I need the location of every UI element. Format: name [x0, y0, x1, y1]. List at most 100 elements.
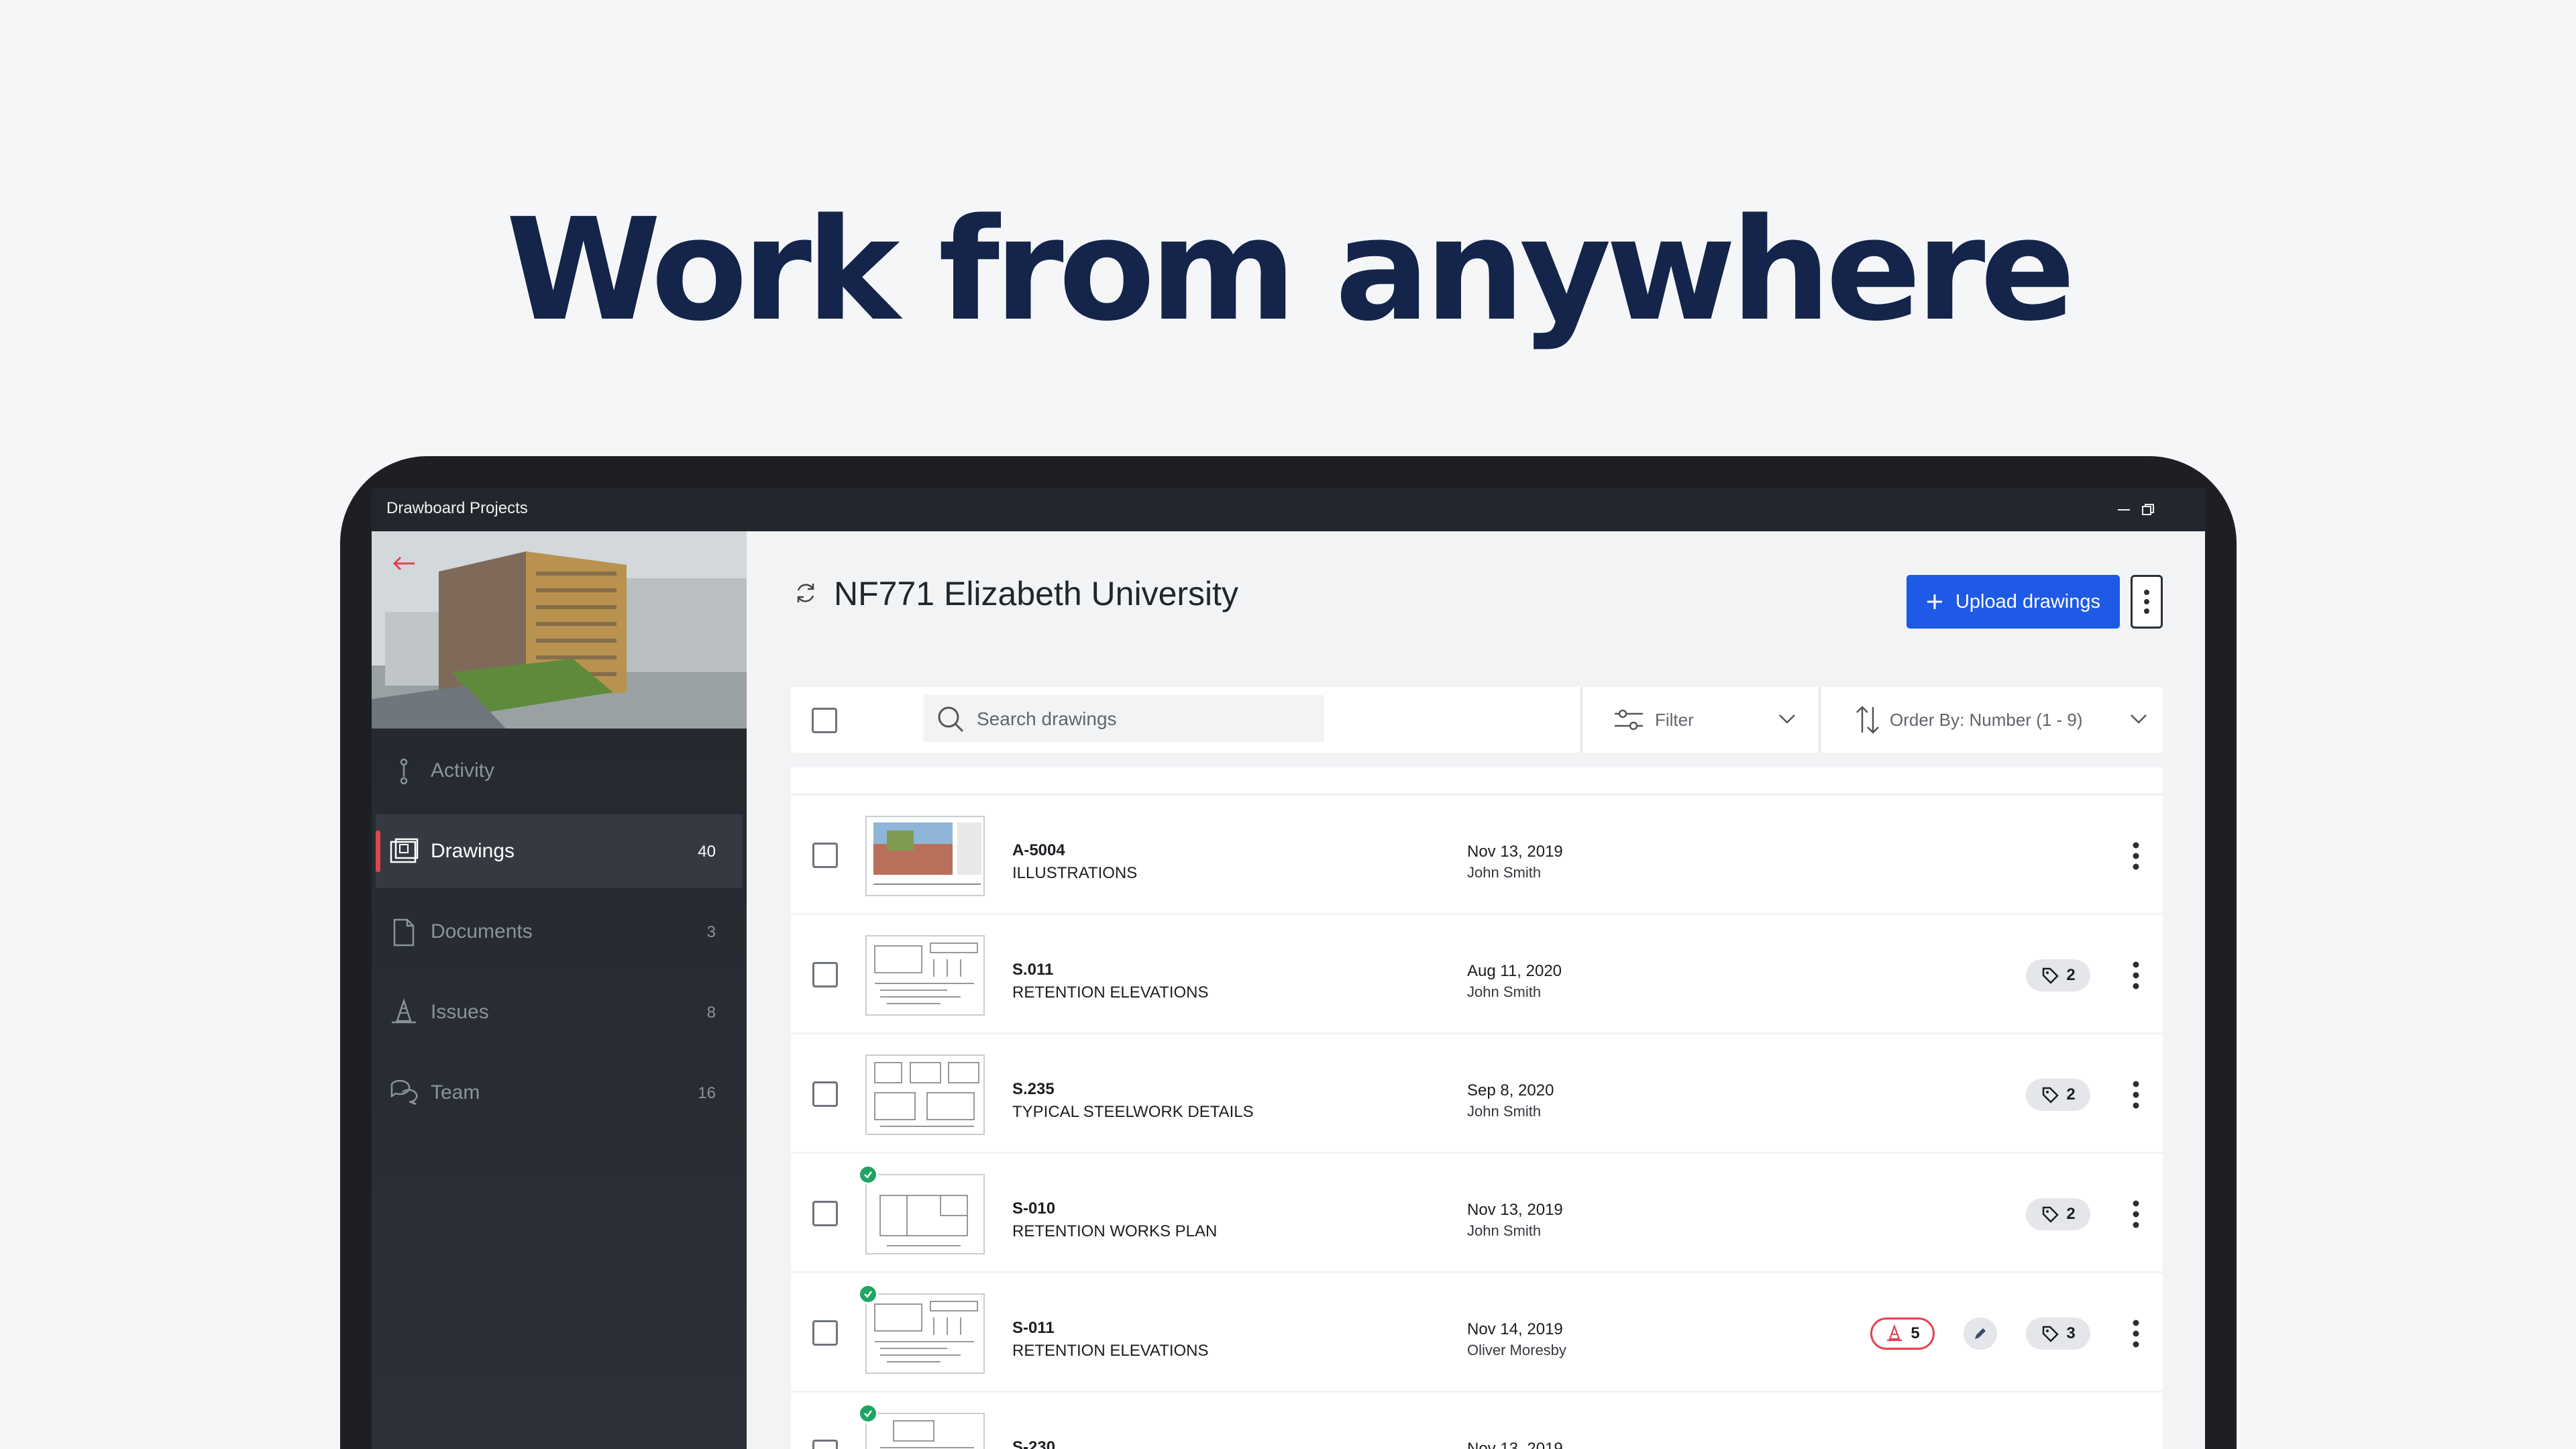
sidebar-item-documents[interactable]: Documents 3	[376, 895, 743, 969]
pen-icon	[1975, 1328, 1986, 1339]
tag-count: 2	[2066, 1085, 2076, 1104]
sidebar-item-issues[interactable]: Issues 8	[376, 975, 743, 1049]
window-title: Drawboard Projects	[386, 499, 528, 517]
sidebar-item-team[interactable]: Team 16	[376, 1056, 743, 1130]
search-field[interactable]	[923, 695, 1324, 742]
search-input[interactable]	[977, 706, 1312, 733]
tags-badge[interactable]: 2	[2026, 1198, 2090, 1230]
row-checkbox[interactable]	[812, 843, 838, 868]
drawing-date: Nov 14, 2019	[1467, 1320, 1563, 1338]
drawing-name: RETENTION ELEVATIONS	[1012, 1342, 1209, 1360]
elevation-thumbnail-image	[867, 1295, 983, 1373]
document-icon	[393, 918, 415, 947]
order-by-label: Order By: Number (1 - 9)	[1890, 710, 2083, 730]
project-more-button[interactable]	[2131, 575, 2163, 629]
headline: Work from anywhere	[506, 188, 2076, 352]
drawing-name: TYPICAL STEELWORK DETAILS	[1012, 1103, 1254, 1121]
sidebar-item-label: Team	[431, 1081, 480, 1104]
main-content: NF771 Elizabeth University Upload drawin…	[747, 531, 2205, 1449]
drawing-author: John Smith	[1467, 983, 1542, 1000]
drawing-author: John Smith	[1467, 1103, 1542, 1120]
sidebar-item-count: 3	[706, 923, 716, 941]
sidebar-item-drawings[interactable]: Drawings 40	[376, 814, 743, 888]
row-checkbox[interactable]	[812, 1201, 838, 1226]
activity-icon	[400, 758, 408, 785]
drawing-date: Sep 8, 2020	[1467, 1081, 1554, 1099]
team-icon	[390, 1079, 418, 1106]
row-more-icon[interactable]	[2129, 959, 2143, 991]
row-more-icon[interactable]	[2129, 1318, 2143, 1350]
table-row[interactable]: A-5004 ILLUSTRATIONS Nov 13, 2019 John S…	[791, 796, 2163, 913]
sidebar-item-count: 40	[698, 843, 716, 861]
table-row[interactable]: S-010 RETENTION WORKS PLAN Nov 13, 2019 …	[791, 1154, 2163, 1271]
table-row[interactable]: S.011 RETENTION ELEVATIONS Aug 11, 2020 …	[791, 915, 2163, 1032]
row-more-icon[interactable]	[2129, 840, 2143, 872]
tag-icon	[2043, 967, 2059, 984]
approved-check-icon	[858, 1165, 878, 1185]
upload-drawings-button[interactable]: Upload drawings	[1907, 575, 2120, 629]
chevron-down-icon	[1779, 714, 1795, 724]
drawing-date: Nov 13, 2019	[1467, 1440, 1563, 1449]
sidebar-item-label: Issues	[431, 1001, 489, 1023]
drawing-thumbnail	[865, 1055, 985, 1135]
tag-icon	[2043, 1326, 2059, 1342]
sidebar-item-count: 16	[698, 1084, 716, 1102]
drawing-number: S.011	[1012, 961, 1054, 979]
row-checkbox[interactable]	[812, 1440, 838, 1449]
approved-check-icon	[858, 1403, 878, 1424]
sidebar-item-label: Drawings	[431, 840, 515, 862]
sidebar-item-count: 8	[706, 1004, 716, 1022]
drawings-list: A-5004 ILLUSTRATIONS Nov 13, 2019 John S…	[791, 767, 2163, 1449]
markup-badge[interactable]	[1964, 1318, 1997, 1350]
row-checkbox[interactable]	[812, 1320, 838, 1346]
filter-dropdown[interactable]: Filter	[1582, 687, 1811, 753]
drawing-thumbnail	[865, 1413, 985, 1449]
issue-count: 5	[1911, 1324, 1920, 1342]
row-checkbox[interactable]	[812, 1081, 838, 1107]
select-all-checkbox[interactable]	[812, 708, 837, 733]
drawing-number: S.235	[1012, 1080, 1055, 1098]
chevron-down-icon	[2131, 714, 2147, 724]
back-button[interactable]	[385, 545, 423, 582]
restore-button[interactable]	[2132, 494, 2164, 526]
elevation-thumbnail-image	[867, 936, 983, 1014]
order-by-dropdown[interactable]: Order By: Number (1 - 9)	[1821, 687, 2163, 753]
approved-check-icon	[858, 1284, 878, 1304]
table-row[interactable]: S-230 Nov 13, 2019	[791, 1393, 2163, 1449]
issue-cone-icon	[1887, 1324, 1902, 1342]
drawing-date: Nov 13, 2019	[1467, 843, 1563, 861]
drawing-name: RETENTION WORKS PLAN	[1012, 1222, 1218, 1240]
tags-badge[interactable]: 3	[2026, 1318, 2090, 1350]
table-row[interactable]	[791, 767, 2163, 793]
list-toolbar: Filter Order By: Number (1 - 9)	[791, 687, 2163, 753]
plan-thumbnail-image	[867, 1175, 983, 1253]
restore-icon	[2142, 504, 2154, 515]
tag-icon	[2043, 1087, 2059, 1104]
more-vertical-icon	[2144, 590, 2149, 614]
sidebar-item-label: Activity	[431, 759, 495, 782]
drawing-date: Aug 11, 2020	[1467, 962, 1562, 980]
issues-badge[interactable]: 5	[1870, 1318, 1935, 1350]
tags-badge[interactable]: 2	[2026, 1079, 2090, 1111]
detail-thumbnail-image	[867, 1056, 983, 1134]
close-icon	[2204, 502, 2205, 517]
sidebar-item-label: Documents	[431, 920, 533, 943]
drawing-thumbnail	[865, 816, 985, 896]
filter-label: Filter	[1655, 710, 1694, 730]
tag-count: 3	[2066, 1324, 2076, 1342]
table-row[interactable]: S-011 RETENTION ELEVATIONS Nov 14, 2019 …	[791, 1273, 2163, 1391]
plus-icon	[1927, 594, 1942, 609]
row-checkbox[interactable]	[812, 962, 838, 987]
sync-icon[interactable]	[792, 580, 819, 606]
drawing-number: S-010	[1012, 1199, 1056, 1218]
tag-icon	[2043, 1206, 2059, 1223]
row-more-icon[interactable]	[2129, 1198, 2143, 1230]
sidebar-item-activity[interactable]: Activity	[376, 734, 743, 808]
sort-arrows-icon	[1856, 706, 1879, 734]
drawing-name: ILLUSTRATIONS	[1012, 864, 1138, 882]
table-row[interactable]: S.235 TYPICAL STEELWORK DETAILS Sep 8, 2…	[791, 1034, 2163, 1152]
row-more-icon[interactable]	[2129, 1079, 2143, 1111]
tags-badge[interactable]: 2	[2026, 959, 2090, 991]
close-button[interactable]	[2195, 494, 2205, 526]
filter-sliders-icon	[1615, 709, 1643, 731]
